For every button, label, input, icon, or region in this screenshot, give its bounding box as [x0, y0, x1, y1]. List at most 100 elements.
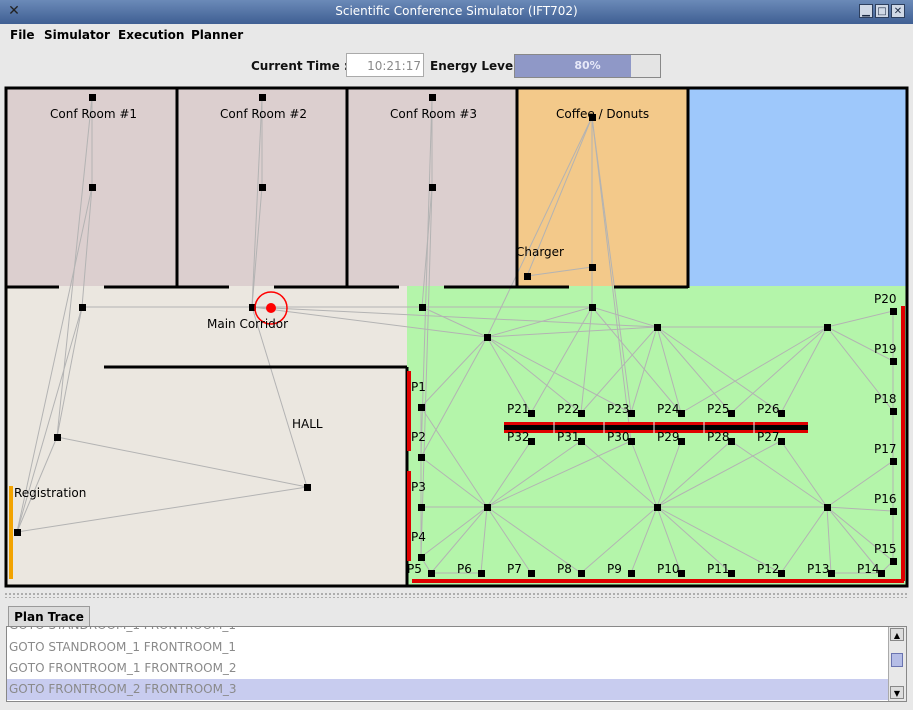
poster-label: P2 — [411, 430, 426, 444]
floor-map[interactable]: Conf Room #1 Conf Room #2 Conf Room #3 C… — [4, 86, 909, 589]
waypoint-node[interactable] — [528, 570, 535, 577]
waypoint-node[interactable] — [890, 408, 897, 415]
waypoint-node[interactable] — [578, 570, 585, 577]
room-label-registration: Registration — [14, 486, 86, 500]
menu-bar: File Simulator Execution Planner — [0, 24, 913, 46]
corridor-floor — [7, 286, 407, 586]
poster-label: P11 — [707, 562, 730, 576]
trace-scrollbar[interactable]: ▲ ▼ — [888, 627, 906, 701]
trace-line[interactable]: GOTO STANDROOM_1 FRONTROOM_1 — [9, 637, 236, 658]
waypoint-node[interactable] — [89, 184, 96, 191]
title-bar: ✕ Scientific Conference Simulator (IFT70… — [0, 0, 913, 24]
waypoint-node[interactable] — [478, 570, 485, 577]
poster-label: P20 — [874, 292, 897, 306]
scroll-up-icon[interactable]: ▲ — [890, 628, 904, 641]
tab-plan-trace[interactable]: Plan Trace — [8, 606, 90, 627]
room-label-hall: HALL — [292, 417, 323, 431]
room-label-conf1: Conf Room #1 — [50, 107, 137, 121]
waypoint-node[interactable] — [259, 184, 266, 191]
waypoint-node[interactable] — [89, 94, 96, 101]
menu-file[interactable]: File — [10, 28, 35, 42]
poster-label: P6 — [457, 562, 472, 576]
poster-label: P22 — [557, 402, 580, 416]
waypoint-node[interactable] — [484, 504, 491, 511]
poster-label: P16 — [874, 492, 897, 506]
room-label-conf2: Conf Room #2 — [220, 107, 307, 121]
trace-line-partial: GOTO STANDROOM_1 FRONTROOM_1 — [9, 627, 236, 636]
sky-area — [688, 89, 906, 286]
poster-label: P7 — [507, 562, 522, 576]
registration-desk — [9, 486, 13, 579]
poster-label: P8 — [557, 562, 572, 576]
room-label-coffee: Coffee / Donuts — [556, 107, 649, 121]
waypoint-node[interactable] — [589, 304, 596, 311]
waypoint-node[interactable] — [628, 570, 635, 577]
plan-trace-panel[interactable]: GOTO STANDROOM_1 FRONTROOM_1 GOTO STANDR… — [6, 626, 907, 702]
poster-label: P10 — [657, 562, 680, 576]
waypoint-node[interactable] — [418, 554, 425, 561]
main-window: ✕ Scientific Conference Simulator (IFT70… — [0, 0, 913, 710]
poster-label: P25 — [707, 402, 730, 416]
waypoint-node[interactable] — [589, 264, 596, 271]
poster-label: P26 — [757, 402, 780, 416]
scroll-thumb[interactable] — [891, 653, 903, 667]
waypoint-node[interactable] — [429, 184, 436, 191]
trace-line[interactable]: GOTO FRONTROOM_1 FRONTROOM_2 — [9, 658, 237, 679]
poster-label: P30 — [607, 430, 630, 444]
poster-label: P1 — [411, 380, 426, 394]
poster-label: P9 — [607, 562, 622, 576]
waypoint-node[interactable] — [890, 558, 897, 565]
maximize-icon[interactable]: □ — [875, 4, 889, 18]
waypoint-node[interactable] — [890, 458, 897, 465]
waypoint-node[interactable] — [418, 504, 425, 511]
poster-label: P23 — [607, 402, 630, 416]
energy-level-bar: 80% — [514, 54, 661, 78]
room-label-charger: Charger — [516, 245, 564, 259]
waypoint-node[interactable] — [419, 304, 426, 311]
poster-label: P4 — [411, 530, 426, 544]
waypoint-node[interactable] — [484, 334, 491, 341]
room-label-conf3: Conf Room #3 — [390, 107, 477, 121]
waypoint-node[interactable] — [418, 404, 425, 411]
poster-label: P19 — [874, 342, 897, 356]
close-icon[interactable]: ✕ — [891, 4, 905, 18]
poster-label: P31 — [557, 430, 580, 444]
waypoint-node[interactable] — [14, 529, 21, 536]
waypoint-node[interactable] — [890, 308, 897, 315]
panel-splitter[interactable] — [4, 592, 909, 598]
poster-label: P12 — [757, 562, 780, 576]
poster-label: P27 — [757, 430, 780, 444]
menu-execution[interactable]: Execution — [118, 28, 184, 42]
waypoint-node[interactable] — [654, 504, 661, 511]
trace-line-selected[interactable]: GOTO FRONTROOM_2 FRONTROOM_3 — [7, 679, 889, 700]
waypoint-node[interactable] — [524, 273, 531, 280]
poster-label: P21 — [507, 402, 530, 416]
robot-marker — [266, 303, 276, 313]
minimize-icon[interactable]: ▁ — [859, 4, 873, 18]
poster-label: P15 — [874, 542, 897, 556]
waypoint-node[interactable] — [54, 434, 61, 441]
waypoint-node[interactable] — [429, 94, 436, 101]
waypoint-node[interactable] — [418, 454, 425, 461]
menu-planner[interactable]: Planner — [191, 28, 243, 42]
waypoint-node[interactable] — [890, 508, 897, 515]
window-title: Scientific Conference Simulator (IFT702) — [335, 4, 578, 18]
floor-map-canvas[interactable]: Conf Room #1 Conf Room #2 Conf Room #3 C… — [4, 86, 909, 589]
poster-label: P5 — [407, 562, 422, 576]
waypoint-node[interactable] — [79, 304, 86, 311]
poster-label: P24 — [657, 402, 680, 416]
menu-simulator[interactable]: Simulator — [44, 28, 110, 42]
waypoint-node[interactable] — [304, 484, 311, 491]
waypoint-node[interactable] — [654, 324, 661, 331]
waypoint-node[interactable] — [824, 504, 831, 511]
waypoint-node[interactable] — [259, 94, 266, 101]
waypoint-node[interactable] — [824, 324, 831, 331]
waypoint-node[interactable] — [890, 358, 897, 365]
poster-label: P32 — [507, 430, 530, 444]
waypoint-node[interactable] — [428, 570, 435, 577]
poster-label: P3 — [411, 480, 426, 494]
poster-label: P18 — [874, 392, 897, 406]
scroll-down-icon[interactable]: ▼ — [890, 686, 904, 699]
poster-label: P13 — [807, 562, 830, 576]
status-row: Current Time : 10:21:17 Energy Level 80% — [0, 46, 913, 86]
